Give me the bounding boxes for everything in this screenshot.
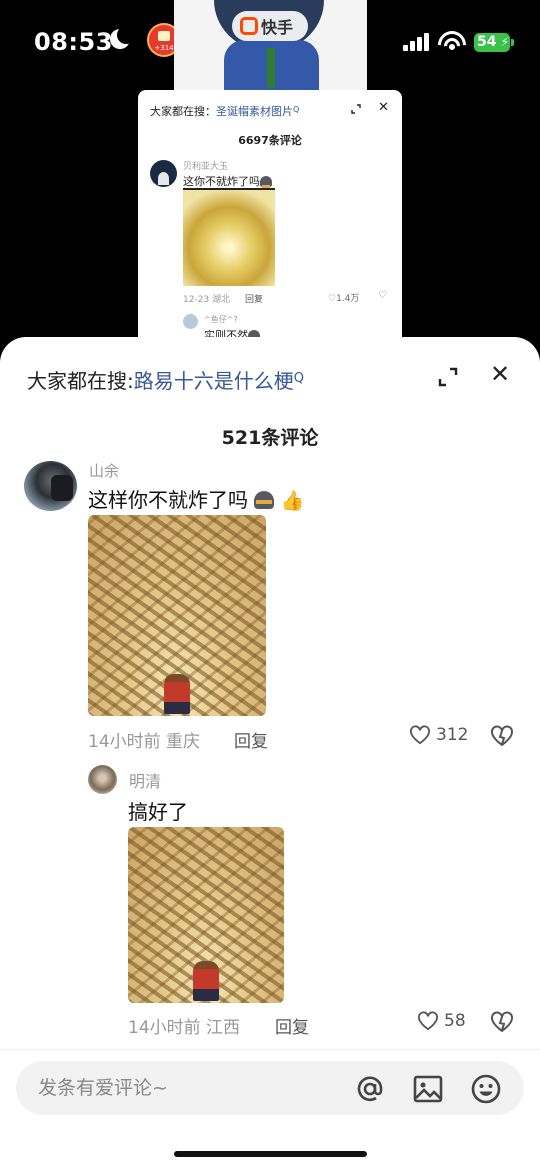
mini-comment-meta: 12-23 湖北 <box>183 295 231 305</box>
comment-input[interactable] <box>38 1061 338 1115</box>
comment-count: 521条评论 <box>221 427 319 449</box>
comment-username[interactable]: 山余 <box>89 460 119 481</box>
mini-like-button[interactable]: ♡1.4万 <box>328 291 359 304</box>
hot-search-term[interactable]: 路易十六是什么梗 <box>134 369 294 393</box>
cellular-signal-icon <box>403 33 431 51</box>
dislike-icon[interactable] <box>490 1011 514 1033</box>
comment-meta: 14小时前 重庆 <box>88 727 200 752</box>
kuaishou-logo-icon <box>240 17 258 35</box>
wifi-icon <box>438 29 466 53</box>
reply-button[interactable]: 回复 <box>234 727 268 752</box>
mention-icon[interactable] <box>354 1073 386 1105</box>
heart-icon <box>418 1011 438 1031</box>
mini-search-term[interactable]: 圣诞帽素材图片 <box>216 105 293 118</box>
comment-location: 江西 <box>206 1018 241 1038</box>
mini-hot-search[interactable]: 大家都在搜：圣诞帽素材图片Q <box>150 103 299 119</box>
image-icon[interactable] <box>412 1073 444 1105</box>
mini-like-count: 1.4万 <box>336 294 360 304</box>
video-frame-tie <box>267 48 275 88</box>
battery-level: 54 <box>477 34 497 50</box>
mini-search-icon: Q <box>293 105 300 114</box>
comment-time: 14小时前 <box>128 1018 201 1038</box>
mini-search-prefix: 大家都在搜： <box>150 105 216 118</box>
comment-text-body: 这样你不就炸了吗 <box>88 488 248 512</box>
like-count: 58 <box>444 1011 466 1031</box>
hot-search-prefix: 大家都在搜: <box>27 369 134 393</box>
search-icon: Q <box>293 371 304 386</box>
helmet-emoji-icon <box>254 491 275 509</box>
like-count: 312 <box>436 725 469 745</box>
comment-meta: 14小时前 江西 <box>128 1013 240 1038</box>
mini-close-icon[interactable]: ✕ <box>378 100 389 115</box>
like-button[interactable]: 58 <box>417 1011 466 1031</box>
mini-dislike-icon[interactable]: ♡ <box>378 290 387 301</box>
clock-time: 08:53 <box>34 28 113 56</box>
mini-comment-text-body: 这你不就炸了吗 <box>183 175 260 188</box>
helmet-emoji-icon <box>260 176 272 189</box>
image-figure <box>193 961 219 1001</box>
comment-username[interactable]: 明清 <box>129 768 161 792</box>
expand-icon[interactable] <box>436 365 460 389</box>
comment-image[interactable] <box>128 827 284 1003</box>
comment-sheet: 大家都在搜:路易十六是什么梗Q ✕ 521条评论 山余 这样你不就炸了吗 👍 1… <box>0 337 540 1169</box>
kuaishou-brand-badge: 快手 <box>232 11 308 41</box>
hot-search-bar[interactable]: 大家都在搜:路易十六是什么梗Q <box>27 365 304 394</box>
mini-comment-panel[interactable]: 大家都在搜：圣诞帽素材图片Q ✕ 6697条评论 贝利亚大玉 这你不就炸了吗 1… <box>138 90 402 350</box>
heart-icon <box>410 725 430 745</box>
battery-icon: 54 ⚡ <box>474 33 514 52</box>
comment-image[interactable] <box>88 515 266 716</box>
comment-input-bar <box>16 1061 524 1115</box>
mini-sub-user[interactable]: ^鱼仔^? <box>204 314 238 325</box>
image-figure <box>164 674 190 714</box>
close-icon[interactable]: ✕ <box>487 361 513 387</box>
mini-comment-text: 这你不就炸了吗 <box>183 173 272 189</box>
home-indicator[interactable] <box>174 1151 367 1157</box>
mini-comment-count: 6697条评论 <box>238 134 302 147</box>
mini-reply-button[interactable]: 回复 <box>245 292 263 305</box>
like-button[interactable]: 312 <box>409 725 468 745</box>
mini-comment-user[interactable]: 贝利亚大玉 <box>183 159 228 172</box>
mini-avatar[interactable] <box>150 160 177 187</box>
mini-expand-icon[interactable] <box>351 104 361 114</box>
comment-text: 搞好了 <box>128 800 188 824</box>
reply-button[interactable]: 回复 <box>275 1013 309 1038</box>
dislike-icon[interactable] <box>490 725 514 747</box>
do-not-disturb-icon <box>110 26 135 49</box>
charging-bolt-icon: ⚡ <box>500 35 509 49</box>
thumbs-up-emoji-icon: 👍 <box>280 490 305 512</box>
mini-sub-avatar[interactable] <box>183 314 198 329</box>
comment-text: 这样你不就炸了吗 👍 <box>88 484 304 513</box>
emoji-icon[interactable] <box>470 1073 502 1105</box>
brand-name: 快手 <box>261 18 294 37</box>
avatar[interactable] <box>88 765 117 794</box>
mini-comment-image[interactable] <box>183 188 275 286</box>
divider <box>0 1049 540 1050</box>
avatar[interactable] <box>24 461 77 511</box>
comment-location: 重庆 <box>166 732 201 752</box>
comment-time: 14小时前 <box>88 732 161 752</box>
